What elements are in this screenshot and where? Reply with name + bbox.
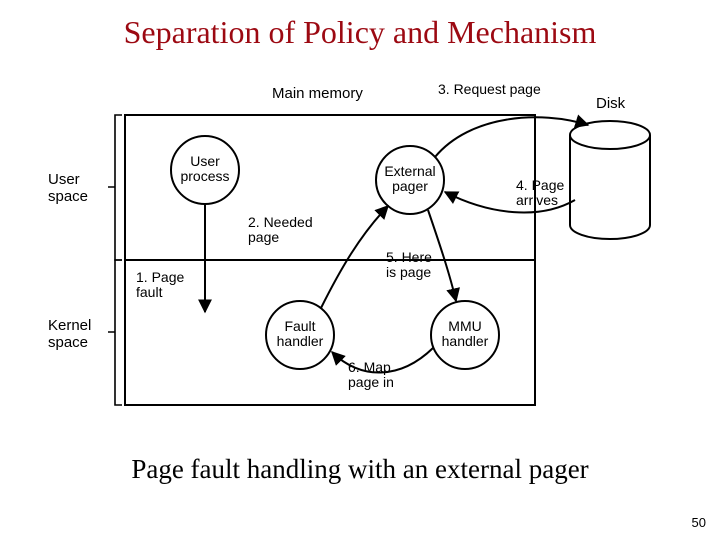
kernel-space-bracket <box>108 260 122 405</box>
diagram: User process External pager Fault handle… <box>40 80 680 430</box>
fault-handler-label: Fault <box>284 318 315 334</box>
main-memory-label: Main memory <box>272 86 363 103</box>
page-number: 50 <box>692 515 706 530</box>
svg-text:handler: handler <box>277 333 324 349</box>
svg-text:process: process <box>180 168 229 184</box>
user-space-label: User space <box>48 172 88 205</box>
external-pager-label: External <box>384 163 435 179</box>
user-space-bracket <box>108 115 122 260</box>
svg-text:handler: handler <box>442 333 489 349</box>
arrow-request-page <box>435 117 588 157</box>
disk-label: Disk <box>596 96 625 113</box>
kernel-space-label: Kernel space <box>48 318 91 351</box>
arrow-needed-page <box>321 206 388 308</box>
step-3-label: 3. Request page <box>438 82 541 97</box>
step-5-label: 5. Here is page <box>386 250 432 281</box>
step-1-label: 1. Page fault <box>136 270 184 301</box>
svg-text:pager: pager <box>392 178 428 194</box>
arrow-here-is-page <box>428 210 456 301</box>
mmu-handler-label: MMU <box>448 318 481 334</box>
user-process-label: User <box>190 153 220 169</box>
disk-icon <box>570 121 650 239</box>
slide-caption: Page fault handling with an external pag… <box>0 454 720 485</box>
slide-title: Separation of Policy and Mechanism <box>0 14 720 51</box>
step-4-label: 4. Page arrives <box>516 178 564 209</box>
step-2-label: 2. Needed page <box>248 215 313 246</box>
step-6-label: 6. Map page in <box>348 360 394 391</box>
